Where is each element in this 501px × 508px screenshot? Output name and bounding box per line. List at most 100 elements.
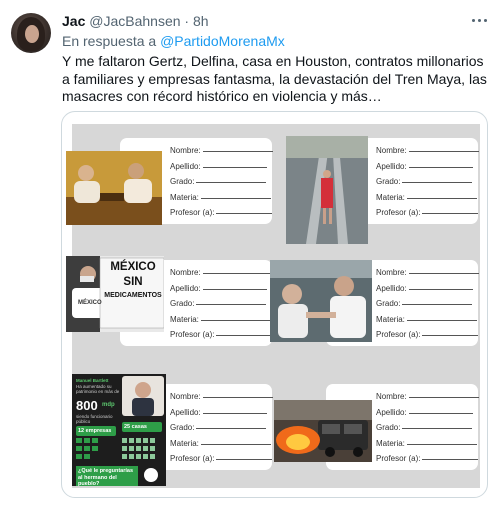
form-field-grado: Grado: [376,423,473,432]
avatar-face [25,25,39,43]
form-blank-line [408,288,473,290]
photo-train-tracks [286,136,368,244]
tweet-header: Jac @JacBahnsen · 8h [62,13,209,30]
form-blank-line [196,428,267,429]
protest-sign: MÉXICO SIN MEDICAMENTOS [102,260,164,302]
protest-sign-line: MÉXICO [110,261,156,273]
logo-icon [144,468,158,482]
worksheet-cell: Nombre: Apellido: Grado: Materia: Profesor (… [278,124,480,244]
form-label-nombre: Nombre: [170,146,201,155]
form-label-apellido: Apellido: [170,161,201,171]
form-field-profesor: Profesor (a): [376,208,479,217]
form-blank-line [200,443,271,445]
form-blank-line [216,213,273,214]
infographic-portrait [122,376,164,416]
form-field-grado: Grado: [170,299,267,308]
form-blank-line [200,197,271,199]
worksheet-cell: MÉXICO SIN MEDICAMENTOS MÉXICO Nombre: Ap… [66,246,274,362]
form-field-nombre: Nombre: [170,146,273,155]
form-blank-line [422,335,479,336]
infographic-item1: siendo funcionario público [76,414,113,424]
form-blank-line [200,319,271,321]
worksheet-cell: Manuel Bartlett Ha aumentado su patrimon… [72,370,274,486]
form-label-materia: Materia: [376,192,405,202]
more-horizontal-icon[interactable] [470,13,490,27]
form-blank-line [202,397,273,398]
form-field-profesor: Profesor (a): [376,454,479,463]
reply-to-link[interactable]: @PartidoMorenaMx [160,33,285,49]
avatar[interactable] [11,13,51,53]
form-blank-line [202,273,273,274]
form-label-apellido: Apellido: [376,283,407,293]
form-field-apellido: Apellido: [376,284,473,293]
timestamp[interactable]: 8h [193,13,209,29]
form-field-apellido: Apellido: [170,162,267,171]
form-blank-line [402,182,473,183]
form-blank-line [196,182,267,183]
author-handle[interactable]: @JacBahnsen [89,13,180,29]
tweet-media-image[interactable]: Nombre: Apellido: Grado: Materia: Profesor (… [61,111,488,498]
form-field-materia: Materia: [170,439,271,448]
form-blank-line [402,304,473,305]
protest-sign-line: MEDICAMENTOS [104,292,162,299]
form-blank-line [408,412,473,414]
form-blank-line [408,397,479,398]
photo-protest: MÉXICO SIN MEDICAMENTOS MÉXICO [66,256,164,332]
form-blank-line [406,197,477,199]
form-field-profesor: Profesor (a): [170,208,273,217]
form-field-materia: Materia: [376,193,477,202]
form-field-apellido: Apellido: [170,284,267,293]
form-label-nombre: Nombre: [170,268,201,277]
form-label-profesor: Profesor (a): [376,208,421,217]
form-label-profesor: Profesor (a): [170,330,215,339]
form-label-apellido: Apellido: [376,161,407,171]
infographic-question: ¿Qué le preguntarías al hermano del pueb… [76,466,138,486]
worksheet-cell: Nombre: Apellido: Grado: Materia: Profesor (… [66,124,274,240]
infographic-subtitle: Ha aumentado su patrimonio en más de [76,383,120,395]
form-label-profesor: Profesor (a): [170,208,215,217]
form-blank-line [202,412,267,414]
form-field-materia: Materia: [170,193,271,202]
form-blank-line [402,428,473,429]
form-field-profesor: Profesor (a): [170,330,273,339]
form-label-materia: Materia: [170,192,199,202]
photo-meeting [66,151,162,225]
form-field-profesor: Profesor (a): [376,330,479,339]
form-label-apellido: Apellido: [376,407,407,417]
form-label-grado: Grado: [376,299,401,308]
photo-elderly-greeting [270,260,372,342]
form-field-profesor: Profesor (a): [170,454,273,463]
form-field-nombre: Nombre: [376,268,479,277]
form-label-grado: Grado: [170,177,195,186]
form-label-profesor: Profesor (a): [376,330,421,339]
infographic-title: Manuel Bartlett Ha aumentado su patrimon… [76,378,120,395]
form-label-materia: Materia: [170,438,199,448]
form-field-nombre: Nombre: [170,268,273,277]
separator-dot: · [184,13,190,29]
form-label-profesor: Profesor (a): [376,454,421,463]
worksheet-grid: Nombre: Apellido: Grado: Materia: Profesor (… [66,124,480,488]
form-label-grado: Grado: [170,299,195,308]
photo-burning-vehicle [274,400,372,462]
form-label-grado: Grado: [376,423,401,432]
photo-meeting-graphic [66,151,162,225]
form-label-nombre: Nombre: [376,268,407,277]
form-field-materia: Materia: [376,315,477,324]
photo-train-tracks-graphic [286,136,368,244]
form-blank-line [216,459,273,460]
protest-sign-line: SIN [123,276,143,288]
tweet[interactable]: Jac @JacBahnsen · 8h En respuesta a @Par… [0,0,501,508]
form-blank-line [202,151,273,152]
infographic-companies: 12 empresas [76,426,116,436]
photo-burning-vehicle-graphic [274,400,372,462]
photo-elderly-greeting-graphic [270,260,372,342]
form-field-nombre: Nombre: [170,392,273,401]
author-name[interactable]: Jac [62,13,85,29]
reply-prefix: En respuesta a [62,33,157,49]
tweet-text: Y me faltaron Gertz, Delfina, casa en Ho… [62,53,487,104]
form-field-grado: Grado: [376,299,473,308]
form-blank-line [406,443,477,445]
form-field-apellido: Apellido: [376,408,473,417]
form-label-profesor: Profesor (a): [170,454,215,463]
form-blank-line [196,304,267,305]
